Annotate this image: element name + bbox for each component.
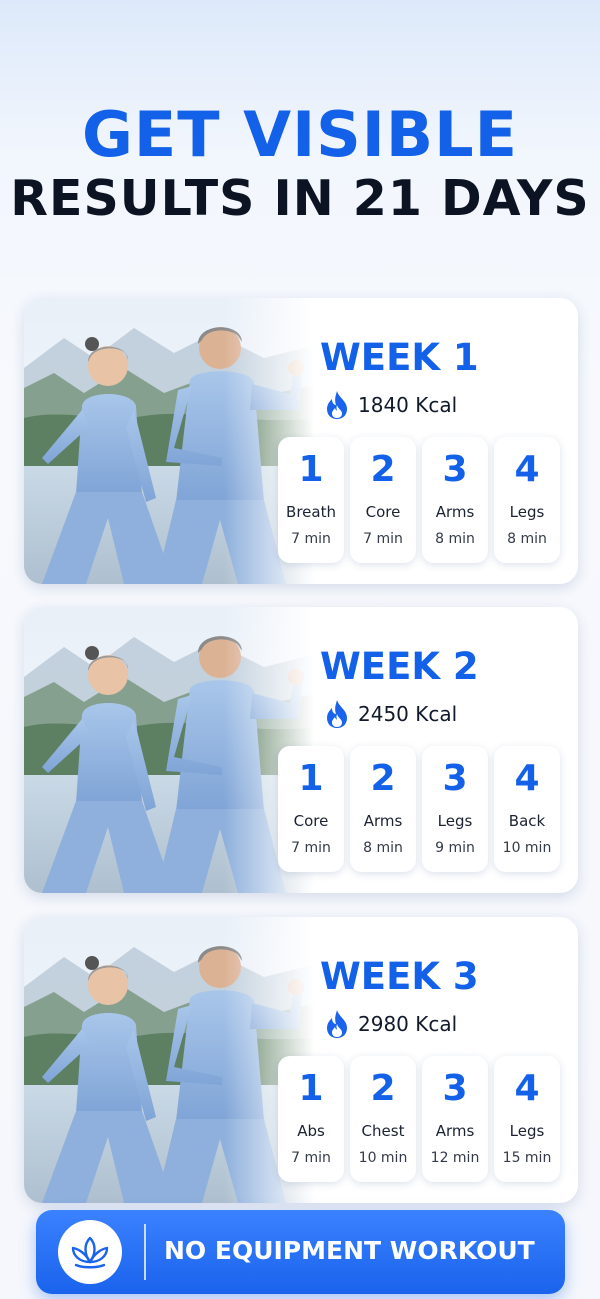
day-focus: Abs xyxy=(297,1122,325,1140)
day-tile-1[interactable]: 1 Abs 7 min xyxy=(278,1056,344,1182)
day-number: 2 xyxy=(370,758,396,799)
headline-line-1: GET VISIBLE xyxy=(81,98,518,171)
day-duration: 7 min xyxy=(291,1150,331,1166)
kcal-row: 1840 Kcal xyxy=(324,390,457,420)
flame-icon xyxy=(327,700,347,728)
day-duration: 15 min xyxy=(502,1150,552,1166)
day-focus: Arms xyxy=(435,503,475,521)
week-card-1[interactable]: WEEK 1 1840 Kcal 1 Breath 7 min 2 Core 7 min 3 Ar… xyxy=(24,298,578,584)
day-focus: Core xyxy=(293,812,329,830)
kcal-row: 2450 Kcal xyxy=(324,699,457,729)
day-duration: 7 min xyxy=(291,531,331,547)
day-number: 1 xyxy=(298,449,324,490)
week-card-2[interactable]: WEEK 2 2450 Kcal 1 Core 7 min 2 Arms 8 min 3 Legs… xyxy=(24,607,578,893)
day-duration: 12 min xyxy=(430,1150,480,1166)
day-tile-1[interactable]: 1 Core 7 min xyxy=(278,746,344,872)
day-focus: Back xyxy=(508,812,546,830)
week-title: WEEK 1 xyxy=(320,336,479,379)
day-tile-1[interactable]: 1 Breath 7 min xyxy=(278,437,344,563)
day-number: 3 xyxy=(442,758,468,799)
kcal-value: 2450 Kcal xyxy=(358,702,458,726)
day-focus: Legs xyxy=(509,503,545,521)
day-tile-2[interactable]: 2 Chest 10 min xyxy=(350,1056,416,1182)
day-number: 3 xyxy=(442,1068,468,1109)
day-focus: Breath xyxy=(286,503,336,521)
day-duration: 8 min xyxy=(507,531,547,547)
no-equipment-workout-button[interactable]: NO EQUIPMENT WORKOUT xyxy=(36,1210,565,1294)
kcal-value: 1840 Kcal xyxy=(358,393,458,417)
lotus-icon xyxy=(58,1220,122,1284)
day-duration: 7 min xyxy=(363,531,403,547)
day-tiles: 1 Core 7 min 2 Arms 8 min 3 Legs 9 min 4 Back 10 mi… xyxy=(278,746,564,874)
day-duration: 8 min xyxy=(435,531,475,547)
day-tile-3[interactable]: 3 Arms 12 min xyxy=(422,1056,488,1182)
day-duration: 9 min xyxy=(435,840,475,856)
day-tile-4[interactable]: 4 Back 10 min xyxy=(494,746,560,872)
day-tiles: 1 Breath 7 min 2 Core 7 min 3 Arms 8 min 4 Legs 8 m… xyxy=(278,437,564,565)
flame-icon xyxy=(327,391,347,419)
day-number: 2 xyxy=(370,449,396,490)
day-focus: Core xyxy=(365,503,401,521)
day-focus: Legs xyxy=(437,812,473,830)
day-focus: Chest xyxy=(361,1122,405,1140)
day-focus: Arms xyxy=(435,1122,475,1140)
day-number: 1 xyxy=(298,1068,324,1109)
day-tiles: 1 Abs 7 min 2 Chest 10 min 3 Arms 12 min 4 Legs 15 … xyxy=(278,1056,564,1184)
day-tile-4[interactable]: 4 Legs 15 min xyxy=(494,1056,560,1182)
week-title: WEEK 3 xyxy=(320,955,479,998)
cta-label: NO EQUIPMENT WORKOUT xyxy=(164,1236,535,1265)
day-number: 1 xyxy=(298,758,324,799)
day-focus: Arms xyxy=(363,812,403,830)
day-duration: 8 min xyxy=(363,840,403,856)
headline-line-2: RESULTS IN 21 DAYS xyxy=(10,170,590,227)
day-duration: 10 min xyxy=(358,1150,408,1166)
cta-divider xyxy=(144,1224,146,1280)
week-card-3[interactable]: WEEK 3 2980 Kcal 1 Abs 7 min 2 Chest 10 min 3 Arm… xyxy=(24,917,578,1203)
day-number: 4 xyxy=(514,449,540,490)
day-number: 2 xyxy=(370,1068,396,1109)
day-tile-4[interactable]: 4 Legs 8 min xyxy=(494,437,560,563)
day-duration: 10 min xyxy=(502,840,552,856)
day-focus: Legs xyxy=(509,1122,545,1140)
kcal-value: 2980 Kcal xyxy=(358,1012,458,1036)
day-number: 4 xyxy=(514,1068,540,1109)
day-tile-2[interactable]: 2 Arms 8 min xyxy=(350,746,416,872)
day-duration: 7 min xyxy=(291,840,331,856)
flame-icon xyxy=(327,1010,347,1038)
day-tile-2[interactable]: 2 Core 7 min xyxy=(350,437,416,563)
day-number: 3 xyxy=(442,449,468,490)
day-tile-3[interactable]: 3 Legs 9 min xyxy=(422,746,488,872)
kcal-row: 2980 Kcal xyxy=(324,1009,457,1039)
day-number: 4 xyxy=(514,758,540,799)
week-title: WEEK 2 xyxy=(320,645,479,688)
day-tile-3[interactable]: 3 Arms 8 min xyxy=(422,437,488,563)
